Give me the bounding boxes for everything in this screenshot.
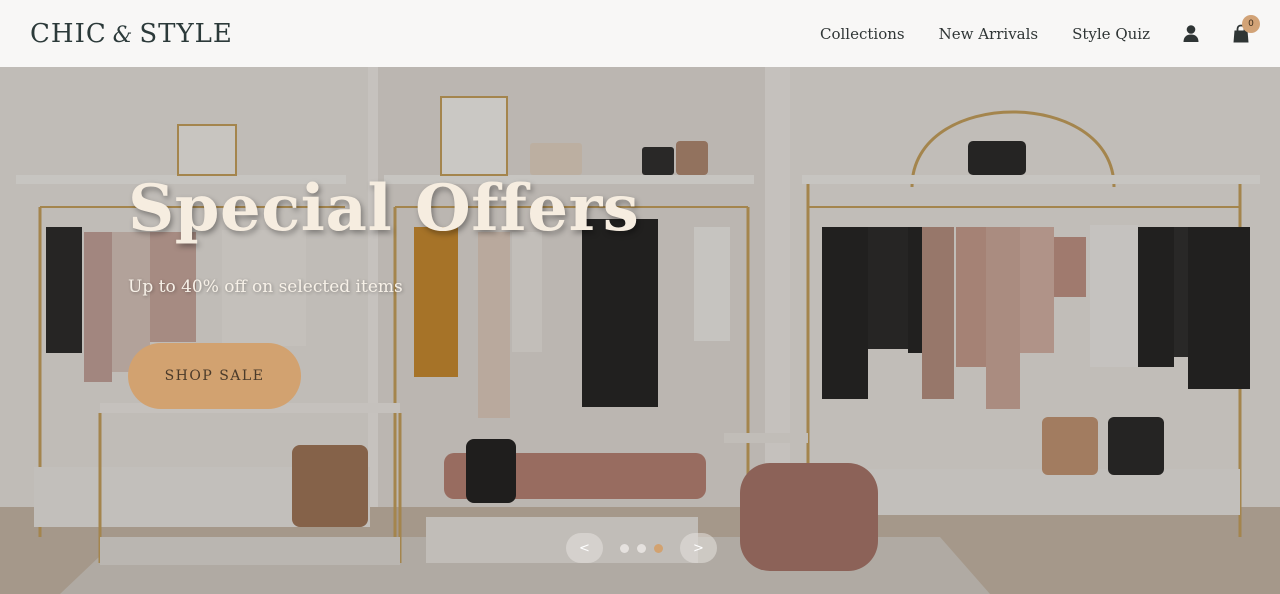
hero-image-overlay xyxy=(0,67,1280,594)
carousel-dot-3[interactable] xyxy=(654,543,663,553)
carousel-next-button[interactable]: > xyxy=(680,533,717,563)
shop-sale-button[interactable]: SHOP SALE xyxy=(128,343,301,409)
nav-link-style-quiz[interactable]: Style Quiz xyxy=(1072,25,1150,43)
account-button[interactable] xyxy=(1182,24,1200,44)
carousel-dots xyxy=(616,543,667,553)
carousel-prev-button[interactable]: < xyxy=(566,533,603,563)
carousel-dot-1[interactable] xyxy=(620,543,629,553)
hero-title: Special Offers xyxy=(128,171,640,246)
carousel-dot-2[interactable] xyxy=(637,543,646,553)
nav-link-collections[interactable]: Collections xyxy=(820,25,905,43)
main-nav: Collections New Arrivals Style Quiz 0 xyxy=(786,14,1260,44)
hero-subtitle: Up to 40% off on selected items xyxy=(128,277,403,297)
brand-logo[interactable]: CHIC & STYLE xyxy=(30,19,233,49)
user-icon xyxy=(1183,24,1199,42)
hero-banner: Special Offers Up to 40% off on selected… xyxy=(0,67,1280,594)
cart-count-badge: 0 xyxy=(1242,14,1260,33)
site-header: CHIC & STYLE Collections New Arrivals Styl… xyxy=(0,0,1280,67)
cart-button[interactable]: 0 xyxy=(1232,14,1260,44)
logo-word-right: STYLE xyxy=(139,18,233,49)
logo-word-left: CHIC xyxy=(30,18,107,49)
nav-link-new-arrivals[interactable]: New Arrivals xyxy=(939,25,1039,43)
logo-ampersand: & xyxy=(112,22,134,48)
carousel-controls: < > xyxy=(566,533,717,563)
